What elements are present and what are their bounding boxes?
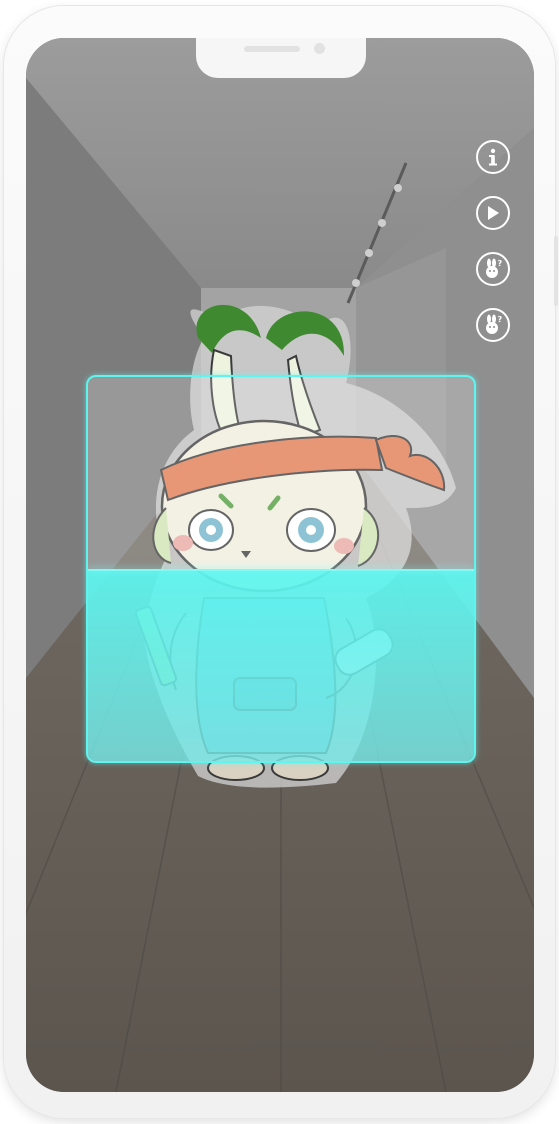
character-help-button-2[interactable]: ? (476, 308, 510, 342)
scan-progress-fill (88, 569, 474, 761)
info-button[interactable] (476, 140, 510, 174)
rabbit-help-icon: ? (486, 258, 503, 278)
scan-line (88, 569, 474, 571)
rabbit-help-icon: ? (486, 314, 503, 334)
ar-toolbar: ? ? (476, 140, 516, 364)
info-icon (489, 148, 497, 166)
speaker-grille (244, 46, 300, 52)
phone-notch (196, 38, 366, 78)
ar-camera-screen: ? ? (26, 38, 534, 1092)
play-icon (488, 206, 499, 220)
character-help-button-1[interactable]: ? (476, 252, 510, 286)
svg-text:?: ? (498, 315, 503, 324)
phone-side-button (554, 236, 558, 306)
scan-frame (86, 375, 476, 763)
svg-text:?: ? (498, 259, 503, 268)
front-camera (314, 43, 325, 54)
play-button[interactable] (476, 196, 510, 230)
phone-frame: ? ? (4, 6, 558, 1118)
